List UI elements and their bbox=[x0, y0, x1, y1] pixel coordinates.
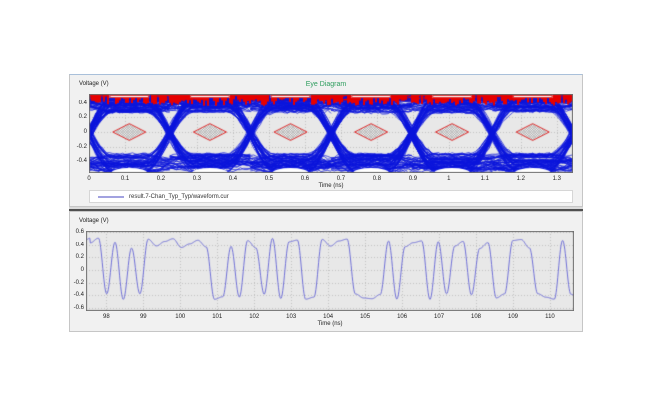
y-tick-label: 0.4 bbox=[71, 100, 87, 106]
x-tick-label: 105 bbox=[359, 314, 371, 320]
x-tick-label: 0.4 bbox=[227, 176, 239, 182]
y-tick-label: -0.6 bbox=[68, 305, 84, 311]
x-tick-label: 0 bbox=[83, 176, 95, 182]
legend-bar[interactable]: result.7-Chan_Typ_Typ/waveform.cur bbox=[89, 190, 573, 203]
x-tick-label: 0.6 bbox=[299, 176, 311, 182]
y-tick-label: -0.2 bbox=[71, 144, 87, 150]
wave-y-axis-label: Voltage (V) bbox=[79, 218, 109, 224]
x-tick-label: 0.9 bbox=[407, 176, 419, 182]
legend-label: result.7-Chan_Typ_Typ/waveform.cur bbox=[129, 194, 229, 200]
y-tick-label: 0 bbox=[68, 267, 84, 273]
x-tick-label: 103 bbox=[285, 314, 297, 320]
y-tick-label: -0.2 bbox=[68, 280, 84, 286]
x-tick-label: 100 bbox=[174, 314, 186, 320]
x-tick-label: 106 bbox=[396, 314, 408, 320]
eye-x-axis-label: Time (ns) bbox=[89, 183, 573, 189]
y-tick-label: -0.4 bbox=[68, 292, 84, 298]
x-tick-label: 102 bbox=[248, 314, 260, 320]
x-tick-label: 104 bbox=[322, 314, 334, 320]
x-tick-label: 101 bbox=[211, 314, 223, 320]
eye-diagram-panel: Voltage (V) Eye Diagram 00.10.20.30.40.5… bbox=[69, 74, 583, 207]
x-tick-label: 0.5 bbox=[263, 176, 275, 182]
x-tick-label: 98 bbox=[100, 314, 112, 320]
x-tick-label: 99 bbox=[137, 314, 149, 320]
x-tick-label: 1.2 bbox=[515, 176, 527, 182]
x-tick-label: 108 bbox=[470, 314, 482, 320]
waveform-canvas[interactable] bbox=[86, 231, 574, 311]
x-tick-label: 107 bbox=[433, 314, 445, 320]
x-tick-label: 0.7 bbox=[335, 176, 347, 182]
x-tick-label: 0.8 bbox=[371, 176, 383, 182]
x-tick-label: 109 bbox=[507, 314, 519, 320]
x-tick-label: 1.1 bbox=[479, 176, 491, 182]
waveform-panel: Voltage (V) 98 99 100 101 102 103 104 105 106 107… bbox=[69, 211, 583, 332]
x-tick-label: 0.3 bbox=[191, 176, 203, 182]
eye-diagram-canvas[interactable] bbox=[89, 94, 573, 173]
y-tick-label: -0.4 bbox=[71, 158, 87, 164]
y-tick-label: 0.4 bbox=[68, 242, 84, 248]
x-tick-label: 0.1 bbox=[119, 176, 131, 182]
legend-line-sample bbox=[98, 196, 124, 198]
y-tick-label: 0 bbox=[71, 129, 87, 135]
x-tick-label: 110 bbox=[544, 314, 556, 320]
y-tick-label: 0.2 bbox=[68, 254, 84, 260]
eye-diagram-title: Eye Diagram bbox=[70, 81, 582, 88]
wave-x-axis-label: Time (ns) bbox=[86, 321, 574, 327]
x-tick-label: 1 bbox=[443, 176, 455, 182]
y-tick-label: 0.2 bbox=[71, 114, 87, 120]
y-tick-label: 0.6 bbox=[68, 229, 84, 235]
x-tick-label: 1.3 bbox=[551, 176, 563, 182]
x-tick-label: 0.2 bbox=[155, 176, 167, 182]
